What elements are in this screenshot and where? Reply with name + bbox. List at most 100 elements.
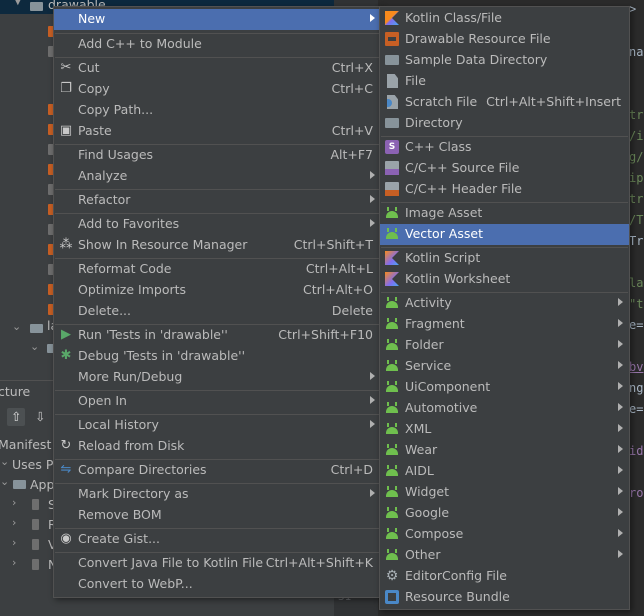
- compare-icon: ⇋: [60, 462, 72, 477]
- scissors-icon: ✂: [60, 60, 72, 75]
- menu-item-paste[interactable]: ▣ Paste Ctrl+V: [54, 121, 381, 142]
- menu-item-debug-tests[interactable]: ✱ Debug 'Tests in 'drawable'': [54, 346, 381, 367]
- submenu-item-kotlin-script[interactable]: Kotlin Script: [380, 248, 629, 269]
- menu-item-create-gist[interactable]: ◉ Create Gist...: [54, 529, 381, 550]
- menu-item-new[interactable]: New: [54, 9, 381, 30]
- submenu-item-kotlin-class[interactable]: Kotlin Class/File: [380, 8, 629, 29]
- submenu-item-activity[interactable]: Activity: [380, 293, 629, 314]
- submenu-item-scratch-file[interactable]: Scratch File Ctrl+Alt+Shift+Insert: [380, 92, 629, 113]
- submenu-item-resource-bundle[interactable]: Resource Bundle: [380, 587, 629, 608]
- sort-down-icon[interactable]: ⇩: [35, 409, 45, 424]
- code-fragment: ro: [629, 486, 644, 500]
- menu-item-copy[interactable]: ❐ Copy Ctrl+C: [54, 79, 381, 100]
- menu-item-delete[interactable]: Delete... Delete: [54, 301, 381, 322]
- submenu-item-cpp-header[interactable]: C/C++ Header File: [380, 179, 629, 200]
- chevron-down-icon[interactable]: ⌄: [0, 455, 9, 468]
- menu-item-convert-java-to-kotlin[interactable]: Convert Java File to Kotlin File Ctrl+Alt…: [54, 553, 381, 574]
- menu-item-cut[interactable]: ✂ Cut Ctrl+X: [54, 58, 381, 79]
- menu-item-compare-directories[interactable]: ⇋ Compare Directories Ctrl+D: [54, 460, 381, 481]
- submenu-item-google[interactable]: Google: [380, 503, 629, 524]
- debug-icon: ✱: [60, 348, 72, 363]
- menu-item-run-tests[interactable]: ▶ Run 'Tests in 'drawable'' Ctrl+Shift+F10: [54, 325, 381, 346]
- submenu-item-compose[interactable]: Compose: [380, 524, 629, 545]
- menu-item-more-run-debug[interactable]: More Run/Debug: [54, 367, 381, 388]
- submenu-item-image-asset[interactable]: Image Asset: [380, 203, 629, 224]
- code-fragment: /i: [629, 129, 644, 143]
- submenu-arrow-icon: [618, 529, 623, 537]
- chevron-down-icon[interactable]: ⌄: [30, 340, 39, 353]
- submenu-item-cpp-source[interactable]: C/C++ Source File: [380, 158, 629, 179]
- sort-arrow-icon: ⇧: [11, 409, 22, 424]
- submenu-item-folder[interactable]: Folder: [380, 335, 629, 356]
- code-fragment: Tr: [629, 234, 644, 248]
- submenu-arrow-icon: [618, 424, 623, 432]
- submenu-item-widget[interactable]: Widget: [380, 482, 629, 503]
- menu-item-copy-path[interactable]: Copy Path...: [54, 100, 381, 121]
- android-icon: [385, 464, 399, 478]
- submenu-item-vector-asset[interactable]: Vector Asset: [380, 224, 629, 245]
- submenu-item-cpp-class[interactable]: S C++ Class: [380, 137, 629, 158]
- submenu-item-drawable-resource[interactable]: Drawable Resource File: [380, 29, 629, 50]
- structure-item[interactable]: App: [30, 477, 54, 492]
- submenu-item-editorconfig[interactable]: ⚙ EditorConfig File: [380, 566, 629, 587]
- submenu-item-xml[interactable]: XML: [380, 419, 629, 440]
- submenu-arrow-icon: [370, 171, 375, 179]
- submenu-item-aidl[interactable]: AIDL: [380, 461, 629, 482]
- menu-item-add-to-favorites[interactable]: Add to Favorites: [54, 214, 381, 235]
- folder-icon: [30, 2, 43, 11]
- menu-item-convert-to-webp[interactable]: Convert to WebP...: [54, 574, 381, 595]
- menu-item-local-history[interactable]: Local History: [54, 415, 381, 436]
- chevron-right-icon[interactable]: ›: [12, 496, 16, 509]
- chevron-right-icon[interactable]: ›: [12, 556, 16, 569]
- menu-item-analyze[interactable]: Analyze: [54, 166, 381, 187]
- android-icon: [385, 296, 399, 310]
- chevron-right-icon[interactable]: ›: [12, 516, 16, 529]
- android-icon: [385, 206, 399, 220]
- menu-item-optimize-imports[interactable]: Optimize Imports Ctrl+Alt+O: [54, 280, 381, 301]
- android-icon: [385, 401, 399, 415]
- submenu-item-wear[interactable]: Wear: [380, 440, 629, 461]
- menu-item-remove-bom[interactable]: Remove BOM: [54, 505, 381, 526]
- menu-item-reformat-code[interactable]: Reformat Code Ctrl+Alt+L: [54, 259, 381, 280]
- submenu-arrow-icon: [618, 466, 623, 474]
- submenu-item-sample-data-directory[interactable]: Sample Data Directory: [380, 50, 629, 71]
- new-submenu: Kotlin Class/File Drawable Resource File…: [379, 6, 630, 610]
- menu-item-open-in[interactable]: Open In: [54, 391, 381, 412]
- chevron-down-icon[interactable]: ⌄: [12, 320, 21, 333]
- github-icon: ◉: [60, 531, 72, 546]
- menu-item-mark-directory[interactable]: Mark Directory as: [54, 484, 381, 505]
- code-fragment: id: [629, 444, 644, 458]
- submenu-arrow-icon: [618, 550, 623, 558]
- file-icon: [32, 559, 39, 570]
- submenu-arrow-icon: [618, 340, 623, 348]
- chevron-right-icon[interactable]: ›: [12, 536, 16, 549]
- submenu-item-other[interactable]: Other: [380, 545, 629, 566]
- file-icon: [32, 539, 39, 550]
- submenu-arrow-icon: [618, 382, 623, 390]
- folder-icon: [13, 480, 26, 489]
- submenu-item-automotive[interactable]: Automotive: [380, 398, 629, 419]
- chevron-down-icon[interactable]: ⌄: [0, 475, 9, 488]
- structure-item[interactable]: Manifest: [0, 437, 51, 452]
- menu-item-reload-from-disk[interactable]: ↻ Reload from Disk: [54, 436, 381, 457]
- submenu-item-directory[interactable]: Directory: [380, 113, 629, 134]
- submenu-item-uicomponent[interactable]: UiComponent: [380, 377, 629, 398]
- submenu-arrow-icon: [370, 489, 375, 497]
- submenu-item-service[interactable]: Service: [380, 356, 629, 377]
- android-icon: [385, 527, 399, 541]
- expand-arrow-icon[interactable]: ▼: [14, 0, 22, 7]
- menu-item-find-usages[interactable]: Find Usages Alt+F7: [54, 145, 381, 166]
- cpp-header-icon: [385, 182, 399, 196]
- scratch-file-icon: [387, 95, 398, 109]
- code-fragment: e=: [629, 402, 644, 416]
- kotlin-script-icon: [385, 272, 399, 286]
- submenu-item-file[interactable]: File: [380, 71, 629, 92]
- code-fragment: e=: [629, 318, 644, 332]
- submenu-item-fragment[interactable]: Fragment: [380, 314, 629, 335]
- menu-item-show-resource-manager[interactable]: ⁂ Show In Resource Manager Ctrl+Shift+T: [54, 235, 381, 256]
- file-icon: [32, 499, 39, 510]
- menu-item-add-cpp[interactable]: Add C++ to Module: [54, 34, 381, 55]
- menu-item-refactor[interactable]: Refactor: [54, 190, 381, 211]
- android-icon: [385, 317, 399, 331]
- submenu-item-kotlin-worksheet[interactable]: Kotlin Worksheet: [380, 269, 629, 290]
